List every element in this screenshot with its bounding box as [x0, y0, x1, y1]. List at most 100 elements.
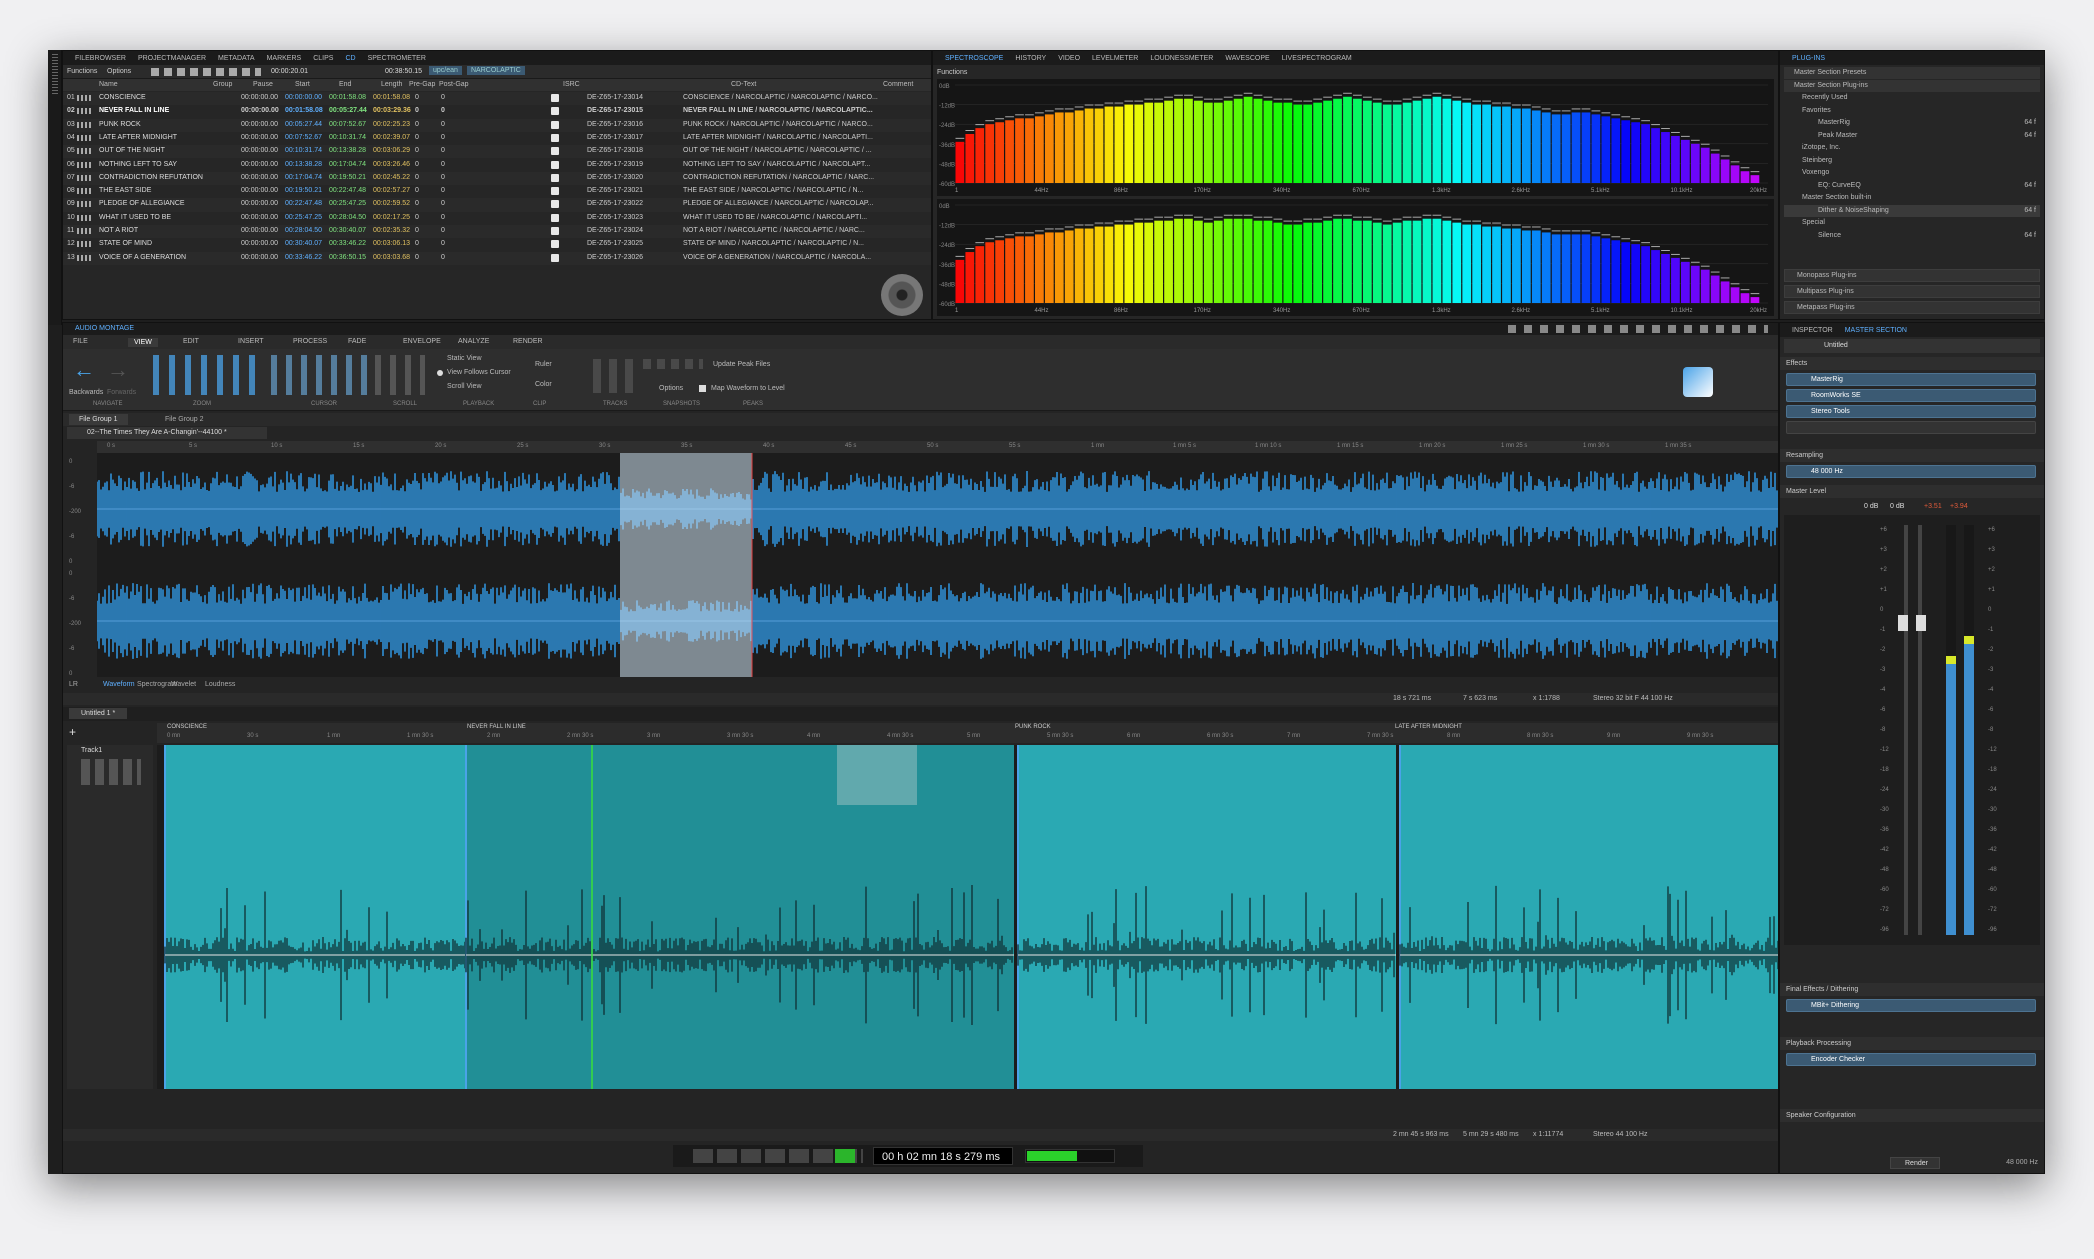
cd-track-play-icon[interactable]	[77, 254, 91, 261]
plugin-category[interactable]: Monopass Plug-ins	[1784, 269, 2040, 282]
ribbon-tab-view[interactable]: VIEW	[128, 338, 158, 347]
cd-track-row[interactable]: 07 CONTRADICTION REFUTATION 00:00:00.00 00:…	[63, 171, 931, 186]
spectro-tab-spectroscope[interactable]: SPECTROSCOPE	[945, 55, 1003, 62]
cd-track-play-icon[interactable]	[77, 174, 91, 181]
wave-selection[interactable]	[620, 453, 752, 677]
spectro-tab-livespectrogram[interactable]: LIVESPECTROGRAM	[1282, 55, 1352, 62]
cd-track-play-icon[interactable]	[77, 121, 91, 128]
upc-badge[interactable]: upc/ean	[429, 66, 462, 75]
plugin-tree-item[interactable]: Favorites	[1784, 105, 2040, 117]
cd-track-checkbox[interactable]	[551, 94, 559, 102]
resampling-section[interactable]: Resampling	[1780, 449, 2044, 462]
tracks-icons[interactable]	[593, 359, 633, 393]
resampling-rate[interactable]: 48 000 Hz	[1786, 465, 2036, 478]
transport-time-display[interactable]: 00 h 02 mn 18 s 279 ms	[873, 1147, 1013, 1165]
fader-handle-right[interactable]	[1916, 615, 1926, 631]
cd-tab-markers[interactable]: MARKERS	[267, 55, 302, 62]
cd-track-checkbox[interactable]	[551, 173, 559, 182]
cd-track-checkbox[interactable]	[551, 133, 559, 142]
cd-track-row[interactable]: 01 CONSCIENCE 00:00:00.00 00:00:00.00 00:01:…	[63, 92, 931, 106]
effects-section[interactable]: Effects	[1780, 357, 2044, 370]
track-controls[interactable]	[81, 759, 141, 785]
plugin-tree-item[interactable]: Steinberg	[1784, 155, 2040, 167]
final-effect-slot[interactable]: MBit+ Dithering	[1786, 999, 2036, 1012]
clip-option[interactable]: Color	[535, 381, 552, 388]
cd-track-play-icon[interactable]	[77, 241, 91, 248]
cd-track-row[interactable]: 08 THE EAST SIDE 00:00:00.00 00:19:50.21 00:…	[63, 185, 931, 199]
montage-clips[interactable]	[157, 745, 1779, 1089]
cd-track-marker[interactable]: NEVER FALL IN LINE	[467, 724, 526, 730]
plugin-category[interactable]: Multipass Plug-ins	[1784, 285, 2040, 298]
montage-clip[interactable]	[1018, 745, 1396, 1089]
montage-area[interactable]	[157, 745, 1779, 1089]
montage-ruler[interactable]: 0 mn 30 s 1 mn 1 mn 30 s 2 mn 2 mn 30 s 3 mn 3 …	[157, 723, 1778, 743]
cd-tab-metadata[interactable]: METADATA	[218, 55, 255, 62]
fader-track-right[interactable]	[1918, 525, 1922, 935]
cd-track-row[interactable]: 02 NEVER FALL IN LINE 00:00:00.00 00:01:58.…	[63, 105, 931, 119]
cd-track-checkbox[interactable]	[551, 227, 559, 235]
plugin-tree-item[interactable]: Recently Used	[1784, 92, 2040, 104]
ribbon-tab-render[interactable]: RENDER	[513, 338, 543, 345]
cd-track-play-icon[interactable]	[77, 108, 91, 115]
cd-track-checkbox[interactable]	[551, 120, 559, 129]
plugin-tree-item[interactable]: MasterRig 64 f	[1784, 117, 2040, 129]
cd-track-play-icon[interactable]	[77, 201, 91, 208]
plugin-category[interactable]: Metapass Plug-ins	[1784, 301, 2040, 314]
spectro-tab-loudnessmeter[interactable]: LOUDNESSMETER	[1150, 55, 1213, 62]
cd-toolbar-icons[interactable]	[151, 68, 261, 76]
ribbon-tab-file[interactable]: FILE	[73, 338, 88, 345]
fader-track-left[interactable]	[1904, 525, 1908, 935]
col-header-length[interactable]: Length	[381, 81, 402, 88]
col-header-cdtext[interactable]: CD-Text	[731, 81, 756, 88]
ribbon-tab-analyze[interactable]: ANALYZE	[458, 338, 489, 345]
cd-track-checkbox[interactable]	[551, 253, 559, 262]
cd-track-row[interactable]: 12 STATE OF MIND 00:00:00.00 00:30:40.07 00:…	[63, 238, 931, 252]
cd-tab-filebrowser[interactable]: FILEBROWSER	[75, 55, 126, 62]
wave-view-tab[interactable]: Wavelet	[171, 681, 196, 688]
ribbon-tab-envelope[interactable]: ENVELOPE	[403, 338, 441, 345]
wave-ruler[interactable]: 0 s 5 s 10 s 15 s 20 s 25 s 30 s 35 s 40 s 45 s 50…	[97, 441, 1778, 453]
wave-file-tab[interactable]: 02--The Times They Are A-Changin'--44100…	[67, 427, 267, 439]
cd-track-play-icon[interactable]	[77, 148, 91, 155]
cd-track-play-icon[interactable]	[77, 95, 91, 101]
cd-tab-clips[interactable]: CLIPS	[313, 55, 333, 62]
cd-track-checkbox[interactable]	[551, 160, 559, 169]
plugin-tree-item[interactable]: Voxengo	[1784, 167, 2040, 179]
spectro-tab-history[interactable]: HISTORY	[1015, 55, 1046, 62]
snapshot-icons[interactable]	[643, 359, 703, 369]
cd-track-marker[interactable]: LATE AFTER MIDNIGHT	[1395, 724, 1462, 730]
cd-track-checkbox[interactable]	[551, 240, 559, 249]
cd-track-play-icon[interactable]	[77, 214, 91, 221]
cd-track-checkbox[interactable]	[551, 107, 559, 116]
ribbon-tab-fade[interactable]: FADE	[348, 338, 366, 345]
master-effect-slot[interactable]: MasterRig	[1786, 373, 2036, 386]
master-effect-slot[interactable]: RoomWorks SE	[1786, 389, 2036, 402]
cd-track-row[interactable]: 03 PUNK ROCK 00:00:00.00 00:05:27.44 00:07:5…	[63, 118, 931, 132]
spectro-tab-video[interactable]: VIDEO	[1058, 55, 1080, 62]
play-button[interactable]	[835, 1149, 855, 1163]
montage-clip[interactable]	[466, 745, 1014, 1089]
cd-track-checkbox[interactable]	[551, 187, 559, 196]
snapshots-options[interactable]: Options	[659, 385, 683, 392]
col-header-name[interactable]: Name	[99, 81, 118, 88]
playback-processing-slot[interactable]: Encoder Checker	[1786, 1053, 2036, 1066]
montage-tab[interactable]: Untitled 1 *	[69, 708, 128, 719]
cd-tab-projectmanager[interactable]: PROJECTMANAGER	[138, 55, 206, 62]
spectro-functions-menu[interactable]: Functions	[937, 69, 967, 76]
preset-bar[interactable]: Untitled	[1784, 339, 2040, 353]
montage-title-icons[interactable]	[1508, 325, 1768, 333]
track-name[interactable]: Track1	[81, 747, 102, 754]
functions-menu[interactable]: Functions	[67, 68, 97, 75]
file-group-1-tab[interactable]: File Group 1	[69, 414, 128, 425]
cd-time-field[interactable]: 00:00:20.01	[271, 68, 308, 75]
wave-view-tab[interactable]: LR	[69, 681, 78, 688]
wave-display[interactable]	[96, 453, 1779, 677]
col-header-start[interactable]: Start	[295, 81, 310, 88]
cd-tab-spectrometer[interactable]: SPECTROMETER	[368, 55, 426, 62]
ribbon-tab-process[interactable]: PROCESS	[293, 338, 327, 345]
plugin-tree-item[interactable]: Dither & NoiseShaping 64 f	[1784, 204, 2040, 217]
col-header-pause[interactable]: Pause	[253, 81, 273, 88]
playback-processing-section[interactable]: Playback Processing	[1780, 1037, 2044, 1050]
master-section-tab[interactable]: MASTER SECTION	[1845, 327, 1907, 334]
render-button[interactable]: Render	[1890, 1157, 1940, 1169]
